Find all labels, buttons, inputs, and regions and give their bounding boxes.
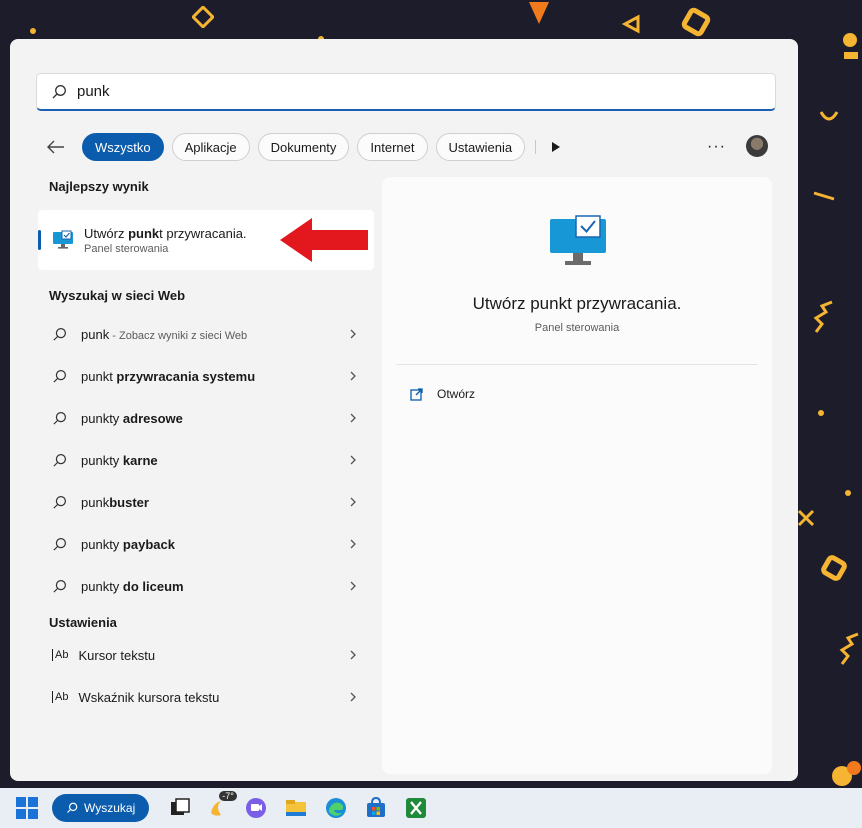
open-external-icon [410,387,423,401]
web-result-item[interactable]: punkbuster [38,481,374,523]
web-result-item[interactable]: punkty adresowe [38,397,374,439]
wallpaper-shape-icon [797,509,815,527]
wallpaper-shape-icon [813,191,835,201]
detail-title: Utwórz punkt przywracania. [472,294,682,313]
settings-result-item[interactable]: Ab Kursor tekstu [38,634,374,676]
search-box[interactable] [36,73,776,111]
web-result-item[interactable]: punkty do liceum [38,565,374,607]
detail-subtitle: Panel sterowania [534,322,620,334]
chat-app-icon[interactable] [243,795,269,821]
search-icon [53,411,67,425]
monitor-check-icon [550,215,606,265]
search-input[interactable] [77,83,677,100]
results-list: Najlepszy wynik Utwórz punkt przywracani… [38,179,374,718]
web-result-item[interactable]: punkty karne [38,439,374,481]
wallpaper-dot [30,28,36,34]
wallpaper-shape-icon [813,300,833,333]
wallpaper-shape-icon [679,5,713,39]
filter-bar: Wszystko Aplikacje Dokumenty Internet Us… [46,132,776,162]
wallpaper-shape-icon [832,761,861,786]
web-result-item[interactable]: punk - Zobacz wyniki z sieci Web [38,313,374,355]
wallpaper-dot [818,410,824,416]
user-avatar[interactable] [746,135,768,157]
chevron-right-icon [350,497,356,507]
chevron-right-icon [350,692,356,702]
filter-chip-settings[interactable]: Ustawienia [435,133,526,161]
red-arrow-annotation-icon [280,218,368,262]
search-icon [53,453,67,467]
best-match-item[interactable]: Utwórz punkt przywracania. Panel sterowa… [38,210,374,270]
chevron-right-icon [350,413,356,423]
search-icon [53,369,67,383]
web-result-text: punkty do liceum [81,578,184,594]
wallpaper-dot [845,490,851,496]
web-result-text: punkbuster [81,494,149,510]
best-match-title: Utwórz punkt przywracania. [84,225,247,241]
chevron-right-icon [350,455,356,465]
taskbar-search-label: Wyszukaj [84,801,136,815]
wallpaper-shape-icon [843,33,858,59]
text-cursor-icon: Ab [52,691,68,703]
search-icon [52,84,66,98]
web-result-text: punkt przywracania systemu [81,368,256,384]
search-icon [53,327,67,341]
weather-widget-icon[interactable]: -7° [207,791,237,821]
filter-separator [535,140,537,154]
web-search-heading: Wyszukaj w sieci Web [49,288,186,303]
settings-result-text: Wskaźnik kursora tekstu [78,689,220,705]
best-match-subtitle: Panel sterowania [84,242,169,255]
weather-temp: -7° [219,791,237,801]
open-action[interactable]: Otwórz [410,387,475,401]
web-result-item[interactable]: punkty payback [38,523,374,565]
divider [396,364,758,365]
chevron-right-icon [350,539,356,549]
filter-chip-all[interactable]: Wszystko [82,133,164,161]
chevron-right-icon [350,329,356,339]
search-panel: Wszystko Aplikacje Dokumenty Internet Us… [10,39,798,781]
web-result-text: punkty karne [81,452,158,468]
settings-result-text: Kursor tekstu [78,647,156,663]
web-result-item[interactable]: punkt przywracania systemu [38,355,374,397]
windows-start-icon[interactable] [16,797,38,819]
search-icon [67,802,78,813]
web-result-text: punkty adresowe [81,410,183,426]
detail-pane: Utwórz punkt przywracania. Panel sterowa… [382,177,772,774]
wallpaper-shape-icon [192,6,214,28]
web-result-text: punkty payback [81,536,175,552]
wallpaper-shape-icon [622,14,640,34]
settings-result-item[interactable]: Ab Wskaźnik kursora tekstu [38,676,374,718]
filter-chip-internet[interactable]: Internet [357,133,428,161]
chevron-right-icon [350,371,356,381]
more-options-button[interactable]: ··· [707,138,726,156]
web-result-text: punk - Zobacz wyniki z sieci Web [81,326,248,342]
best-match-heading: Najlepszy wynik [49,179,149,194]
monitor-check-icon [53,230,73,249]
selection-indicator [38,230,41,250]
microsoft-store-icon[interactable] [363,795,389,821]
search-icon [53,495,67,509]
scroll-right-icon[interactable] [552,142,561,152]
edge-browser-icon[interactable] [323,795,349,821]
wallpaper-shape-icon [839,632,859,665]
back-arrow-icon[interactable] [46,137,66,157]
xbox-icon[interactable] [403,795,429,821]
search-icon [53,579,67,593]
open-action-label: Otwórz [437,387,476,401]
taskbar: Wyszukaj -7° [0,788,862,828]
wallpaper-shape-icon [819,111,839,121]
filter-chip-apps[interactable]: Aplikacje [171,133,250,161]
chevron-right-icon [350,581,356,591]
settings-heading: Ustawienia [49,615,117,630]
task-view-icon[interactable] [167,795,193,821]
wallpaper-shape-icon [529,2,549,24]
search-icon [53,537,67,551]
wallpaper-shape-icon [818,552,850,584]
file-explorer-icon[interactable] [283,795,309,821]
text-cursor-icon: Ab [52,649,68,661]
chevron-right-icon [350,650,356,660]
taskbar-search-button[interactable]: Wyszukaj [52,794,150,822]
filter-chip-documents[interactable]: Dokumenty [257,133,350,161]
